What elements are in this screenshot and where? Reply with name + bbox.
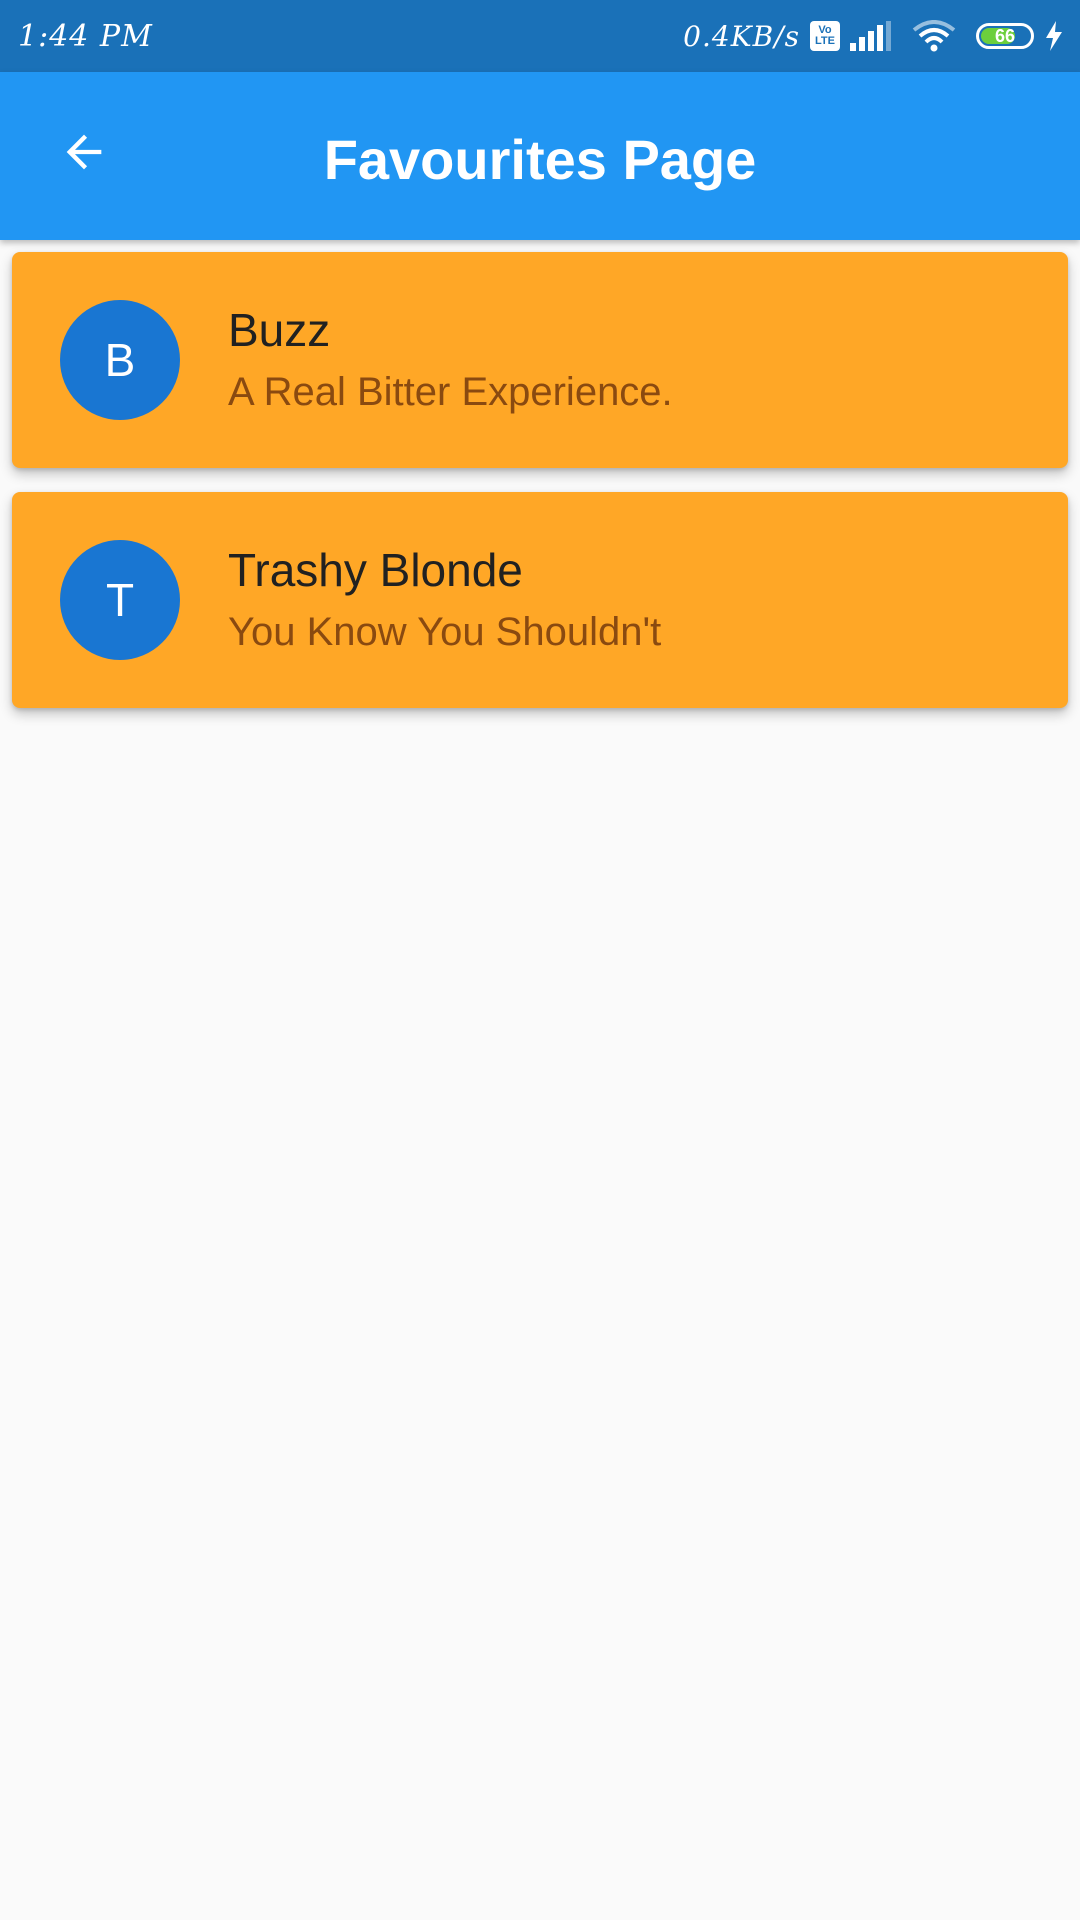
battery-icon: 66 xyxy=(976,23,1034,49)
signal-icon xyxy=(850,21,891,51)
status-time: 1:44 PM xyxy=(18,18,153,54)
beer-tagline: A Real Bitter Experience. xyxy=(228,370,673,414)
status-bar: 1:44 PM 0.4KB/s Vo LTE 66 xyxy=(0,0,1080,72)
page-title: Favourites Page xyxy=(323,128,757,191)
beer-name: Trashy Blonde xyxy=(228,544,523,596)
charging-icon xyxy=(1046,21,1062,51)
beer-tagline: You Know You Shouldn't xyxy=(228,610,662,654)
favourite-card[interactable]: T Trashy Blonde You Know You Shouldn't xyxy=(12,492,1068,708)
volte-label-bottom: LTE xyxy=(815,35,835,47)
avatar: B xyxy=(60,300,180,420)
status-icons: 0.4KB/s Vo LTE 66 xyxy=(683,20,1064,53)
beer-name: Buzz xyxy=(228,304,331,356)
favourite-card[interactable]: B Buzz A Real Bitter Experience. xyxy=(12,252,1068,468)
avatar: T xyxy=(60,540,180,660)
volte-icon: Vo LTE xyxy=(810,21,840,51)
battery-level: 66 xyxy=(994,25,1016,46)
favourites-list: B Buzz A Real Bitter Experience. T Trash… xyxy=(12,252,1068,732)
network-speed: 0.4KB/s xyxy=(683,19,800,53)
wifi-icon xyxy=(912,20,956,52)
app-bar: Favourites Page xyxy=(0,72,1080,240)
